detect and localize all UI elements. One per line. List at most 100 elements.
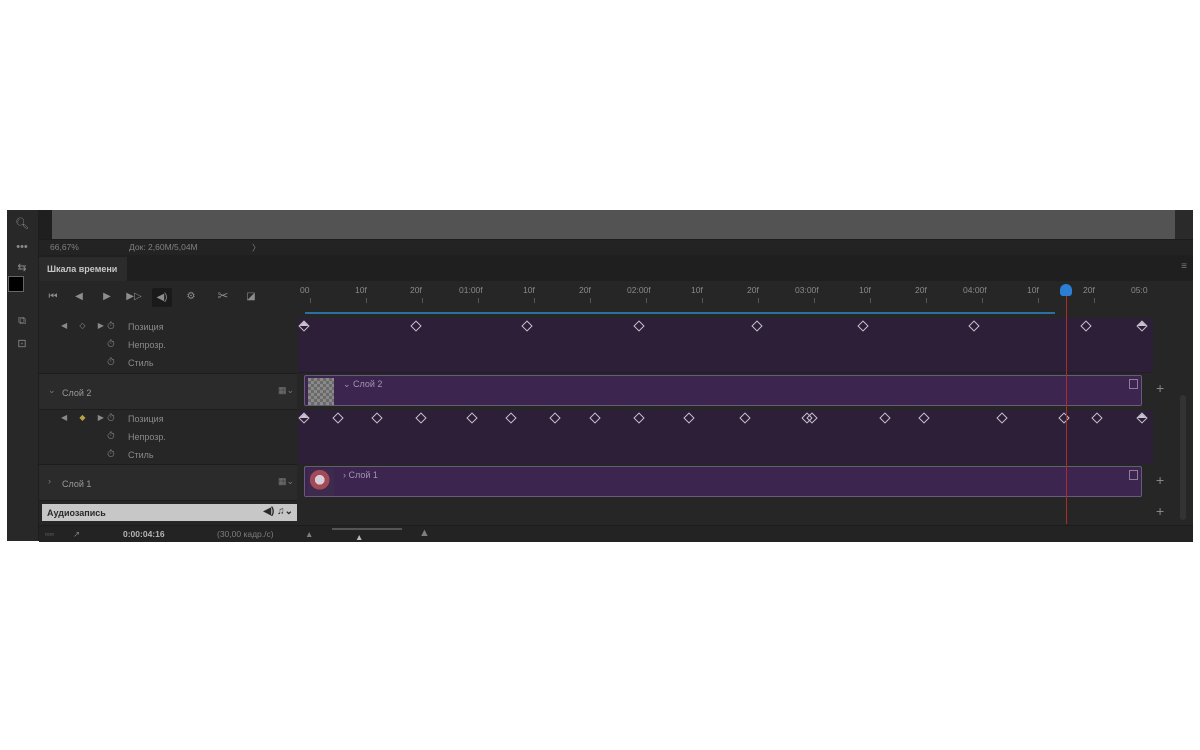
- property-row-opacity[interactable]: ⏱ Непрозр.: [39, 428, 297, 446]
- clip-layer1[interactable]: › Слой 1: [304, 466, 1142, 497]
- zoom-in-icon[interactable]: ▲: [419, 527, 430, 539]
- keyframe-icon[interactable]: [856, 320, 869, 332]
- layer-row-layer1[interactable]: › Слой 1 ▦⌄: [39, 464, 297, 501]
- add-media-layer2-icon[interactable]: +: [1156, 380, 1164, 396]
- zoom-tool-icon[interactable]: 🔍︎: [11, 214, 33, 232]
- vertical-scrollbar[interactable]: [1180, 395, 1186, 520]
- keyframe-icon[interactable]: [588, 412, 601, 424]
- stopwatch-icon[interactable]: ⏱: [107, 449, 115, 460]
- go-to-first-frame-icon[interactable]: ⏮: [45, 291, 61, 302]
- timeline-tracks: ⌄ Слой 2 › Слой 1: [298, 315, 1153, 525]
- previous-frame-icon[interactable]: ◀: [71, 291, 87, 302]
- keyframe-icon[interactable]: [633, 412, 645, 424]
- keyframe-icon[interactable]: [633, 320, 645, 332]
- zoom-out-icon[interactable]: ▲: [305, 529, 313, 539]
- keyframe-icon[interactable]: [505, 412, 517, 424]
- ruler-label: 10f: [859, 285, 871, 295]
- position-keyframes-lane[interactable]: [298, 410, 1153, 429]
- audio-controls-icon[interactable]: ◀) ♫⌄: [263, 506, 293, 517]
- style-keyframes-lane[interactable]: [298, 354, 1153, 373]
- keyframe-icon[interactable]: [331, 412, 344, 424]
- tab-timeline[interactable]: Шкала времени: [39, 257, 127, 281]
- clip-thumbnail: [308, 378, 334, 405]
- zoom-slider-thumb-icon[interactable]: ▲: [355, 532, 363, 542]
- keyframe-icon[interactable]: [739, 412, 752, 424]
- keyframe-icon[interactable]: [298, 412, 310, 424]
- foreground-color-swatch[interactable]: [8, 276, 24, 292]
- stopwatch-icon[interactable]: ⏱: [107, 321, 115, 332]
- current-time: 0:00:04:16: [123, 529, 165, 539]
- property-row-opacity[interactable]: ⏱ Непрозр.: [39, 336, 297, 354]
- more-tools-icon[interactable]: •••: [11, 238, 33, 256]
- settings-icon[interactable]: ⚙: [183, 291, 199, 302]
- property-row-style[interactable]: ⏱ Стиль: [39, 446, 297, 464]
- film-strip-icon[interactable]: ▦⌄: [278, 385, 294, 396]
- frame-mode-icon[interactable]: ▫▫▫: [45, 529, 54, 539]
- keyframe-icon[interactable]: [1091, 412, 1103, 424]
- opacity-keyframes-lane[interactable]: [298, 428, 1153, 447]
- keyframe-nav-icon[interactable]: ◀ ◇ ▶: [61, 321, 109, 330]
- chevron-down-icon[interactable]: ⌄: [48, 385, 56, 396]
- keyframe-icon[interactable]: [1136, 412, 1148, 424]
- clip-end-icon[interactable]: [1129, 379, 1138, 389]
- keyframe-icon[interactable]: [298, 320, 310, 332]
- stopwatch-icon[interactable]: ⏱: [107, 431, 115, 442]
- play-icon[interactable]: ▶: [99, 291, 115, 302]
- stopwatch-icon[interactable]: ⏱: [107, 339, 115, 350]
- keyframe-icon[interactable]: [415, 412, 427, 424]
- position-keyframes-lane[interactable]: [298, 318, 1153, 337]
- keyframe-icon[interactable]: [410, 320, 422, 332]
- transition-icon[interactable]: ◪: [243, 291, 259, 302]
- ruler-label: 00: [300, 285, 310, 295]
- keyframe-icon[interactable]: [879, 412, 891, 424]
- keyframe-icon[interactable]: [996, 412, 1008, 424]
- work-area-bar[interactable]: [305, 312, 1055, 314]
- add-audio-icon[interactable]: +: [1156, 503, 1164, 519]
- keyframe-icon[interactable]: [370, 412, 383, 424]
- keyframe-nav-icon[interactable]: ◀ ◆ ▶: [61, 413, 109, 422]
- stopwatch-icon[interactable]: ⏱: [107, 413, 115, 424]
- keyframe-icon[interactable]: [918, 412, 930, 424]
- audio-track-row[interactable]: Аудиозапись ◀) ♫⌄: [42, 504, 297, 521]
- clip-end-icon[interactable]: [1129, 470, 1138, 480]
- next-frame-icon[interactable]: ▶▷: [126, 291, 142, 302]
- keyframe-icon[interactable]: [1080, 320, 1092, 332]
- quick-mask-icon[interactable]: ⧉: [11, 312, 33, 330]
- layer1-lane: › Слой 1: [298, 464, 1153, 499]
- opacity-keyframes-lane[interactable]: [298, 336, 1153, 355]
- keyframe-icon[interactable]: [465, 412, 478, 424]
- keyframe-icon[interactable]: [968, 320, 981, 332]
- keyframe-icon[interactable]: [521, 320, 534, 332]
- split-at-playhead-icon[interactable]: ✂: [215, 288, 231, 304]
- keyframe-icon[interactable]: [1136, 320, 1148, 332]
- film-strip-icon[interactable]: ▦⌄: [278, 476, 294, 487]
- zoom-slider[interactable]: [332, 528, 402, 530]
- add-media-layer1-icon[interactable]: +: [1156, 472, 1164, 488]
- property-row-position[interactable]: ◀ ◆ ▶ ⏱ Позиция: [39, 410, 297, 428]
- document-canvas[interactable]: [52, 210, 1175, 239]
- layer-row-layer2[interactable]: ⌄ Слой 2 ▦⌄: [39, 373, 297, 410]
- chevron-right-icon[interactable]: ›: [48, 476, 51, 486]
- playhead-handle[interactable]: [1060, 284, 1072, 296]
- playback-controls: ⏮ ◀ ▶ ▶▷ ◀) ⚙ ✂ ◪: [39, 281, 297, 314]
- convert-icon[interactable]: ↗: [73, 529, 80, 540]
- clip-thumbnail: [308, 469, 334, 496]
- time-ruler[interactable]: 00 10f 20f 01:00f 10f 20f 02:00f 10f 20f…: [298, 281, 1153, 314]
- keyframe-icon[interactable]: [1058, 412, 1070, 424]
- keyframe-icon[interactable]: [750, 320, 763, 332]
- keyframe-icon[interactable]: [683, 412, 696, 424]
- screen-mode-icon[interactable]: ⊡: [11, 334, 33, 352]
- style-keyframes-lane[interactable]: [298, 446, 1153, 465]
- property-label: Непрозр.: [128, 432, 166, 442]
- swap-colors-icon[interactable]: ⇆: [11, 258, 33, 276]
- keyframe-icon[interactable]: [549, 412, 562, 424]
- clip-layer2[interactable]: ⌄ Слой 2: [304, 375, 1142, 406]
- property-row-position[interactable]: ◀ ◇ ▶ ⏱ Позиция: [39, 318, 297, 336]
- zoom-level[interactable]: 66,67%: [50, 242, 79, 252]
- audio-toggle-icon[interactable]: ◀): [152, 288, 172, 307]
- status-menu-arrow-icon[interactable]: 〉: [252, 242, 261, 254]
- stopwatch-icon[interactable]: ⏱: [107, 357, 115, 368]
- property-row-style[interactable]: ⏱ Стиль: [39, 354, 297, 372]
- audio-track-label: Аудиозапись: [47, 508, 106, 518]
- panel-menu-icon[interactable]: ≡: [1181, 261, 1187, 272]
